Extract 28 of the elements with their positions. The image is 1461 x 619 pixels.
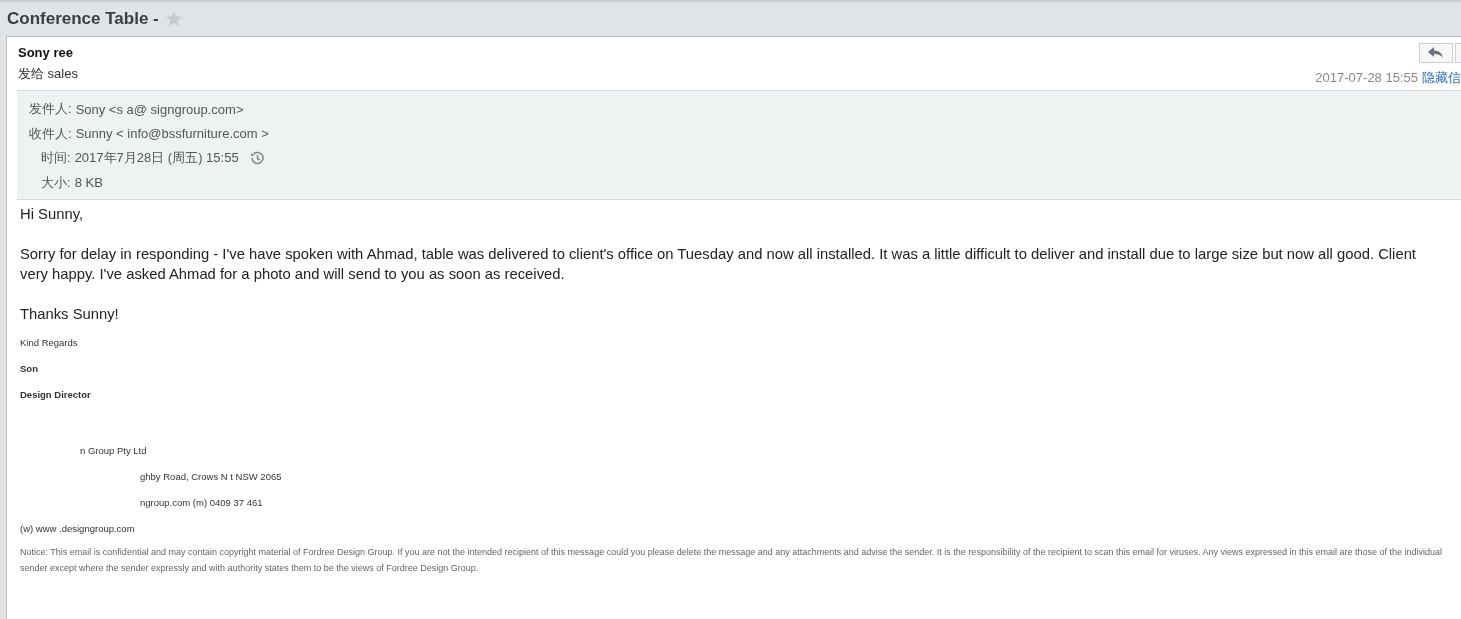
email-date: 2017-07-28 15:55 <box>1315 70 1418 85</box>
email-paragraph: Sorry for delay in responding - I've have spoken with Ahmad, table was delivered to client's office on Tuesday and now all installed. It was a little difficult to deliver and install due to large size but now all good. Client very happy. I've asked Ahmad for a photo and will send to you as soon as received. <box>20 245 1417 284</box>
window-title: Conference Table - <box>7 9 159 29</box>
recipient-line: 发给 sales <box>18 65 78 83</box>
star-icon[interactable] <box>164 10 183 28</box>
email-paragraph: Thanks Sunny! <box>20 305 120 324</box>
detail-value: Sony <s a@ signgroup.com> <box>75 101 244 117</box>
detail-value: Sunny < info@bssfurniture.com > <box>75 126 269 142</box>
signature-line: ghby Road, Crows N t NSW 2065 <box>140 470 282 484</box>
reply-button[interactable] <box>1419 43 1453 63</box>
detail-label: 时间: <box>41 149 71 168</box>
reply-icon <box>1428 47 1444 59</box>
detail-label: 收件人: <box>29 124 72 143</box>
sender-name: Sony ree <box>18 45 74 60</box>
detail-label: 大小: <box>41 173 71 192</box>
email-paragraph: Hi Sunny, <box>20 205 85 224</box>
detail-value: 2017年7月28日 (周五) 15:55 <box>74 149 239 168</box>
signature-line: ngroup.com (m) 0409 37 461 <box>140 496 263 510</box>
legal-notice: Notice: This email is confidential and may contain copyright material of Fordree Design Group. If you are not the intended recipient of this message could you please delete the message and any attachments and advise the sender. It is the responsibility of the recipient to scan this email for viruses. Any views expressed in this email are those of the individual sender except where the sender expressly and with authority states them to be the views of Fordree Design Group. <box>20 546 1444 575</box>
signature-line: Design Director <box>20 388 91 402</box>
detail-value: 8 KB <box>74 175 103 191</box>
signature-line: Kind Regards <box>20 336 78 350</box>
detail-label: 发件人: <box>29 100 72 119</box>
signature-line: Son <box>20 362 38 376</box>
signature-line: n Group Pty Ltd <box>80 444 147 458</box>
hide-info-link[interactable]: 隐藏信 <box>1422 70 1461 85</box>
signature-line: (w) www .designgroup.com <box>20 522 135 536</box>
history-icon[interactable] <box>248 150 265 167</box>
